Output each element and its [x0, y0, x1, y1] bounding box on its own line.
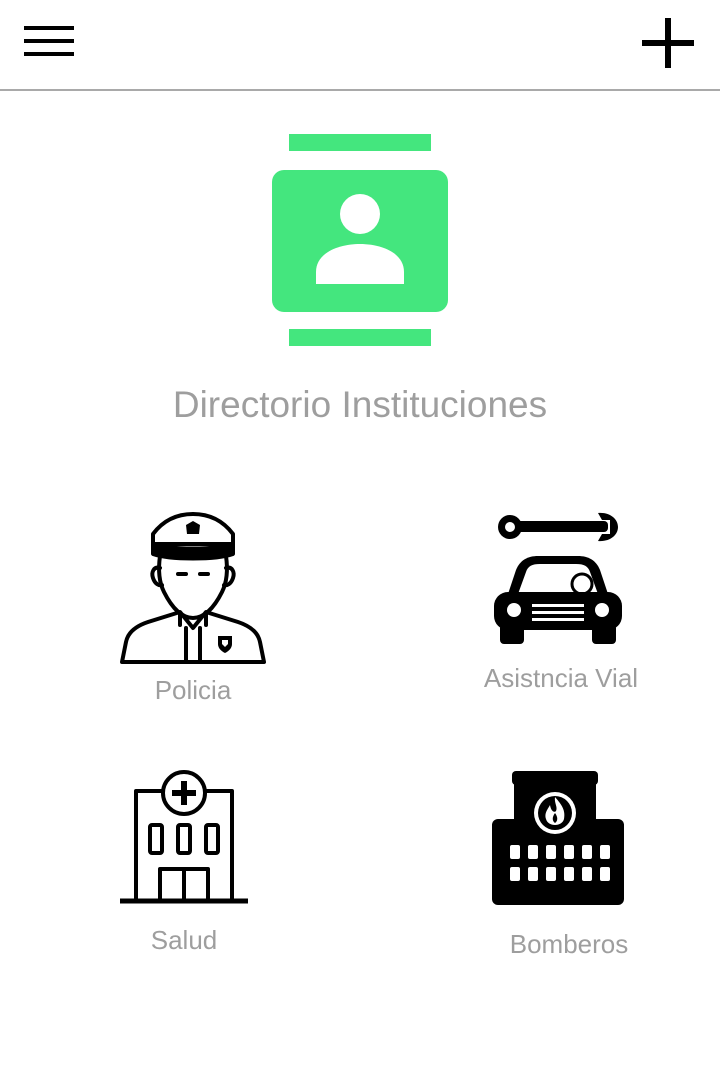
fire-station-icon	[492, 771, 624, 905]
tile-bomberos[interactable]: Bomberos	[476, 765, 662, 970]
hospital-icon	[120, 770, 248, 904]
tile-label-bomberos: Bomberos	[509, 929, 629, 959]
police-officer-icon	[120, 512, 266, 664]
tile-policia[interactable]: Policia	[100, 505, 290, 720]
contact-book-icon	[272, 134, 448, 346]
tile-asistencia-vial[interactable]: Asistncia Vial	[470, 505, 650, 700]
tile-label-policia: Policia	[154, 675, 232, 705]
hamburger-menu-icon	[24, 26, 74, 56]
menu-button[interactable]	[18, 18, 82, 68]
page-title: Directorio Instituciones	[172, 384, 548, 425]
add-button[interactable]	[636, 12, 700, 76]
plus-icon	[642, 18, 694, 68]
tile-label-salud: Salud	[150, 925, 218, 955]
tile-salud[interactable]: Salud	[110, 765, 258, 965]
car-repair-icon	[494, 512, 622, 644]
tile-label-asistencia-vial: Asistncia Vial	[483, 663, 639, 693]
top-app-bar	[0, 0, 720, 91]
